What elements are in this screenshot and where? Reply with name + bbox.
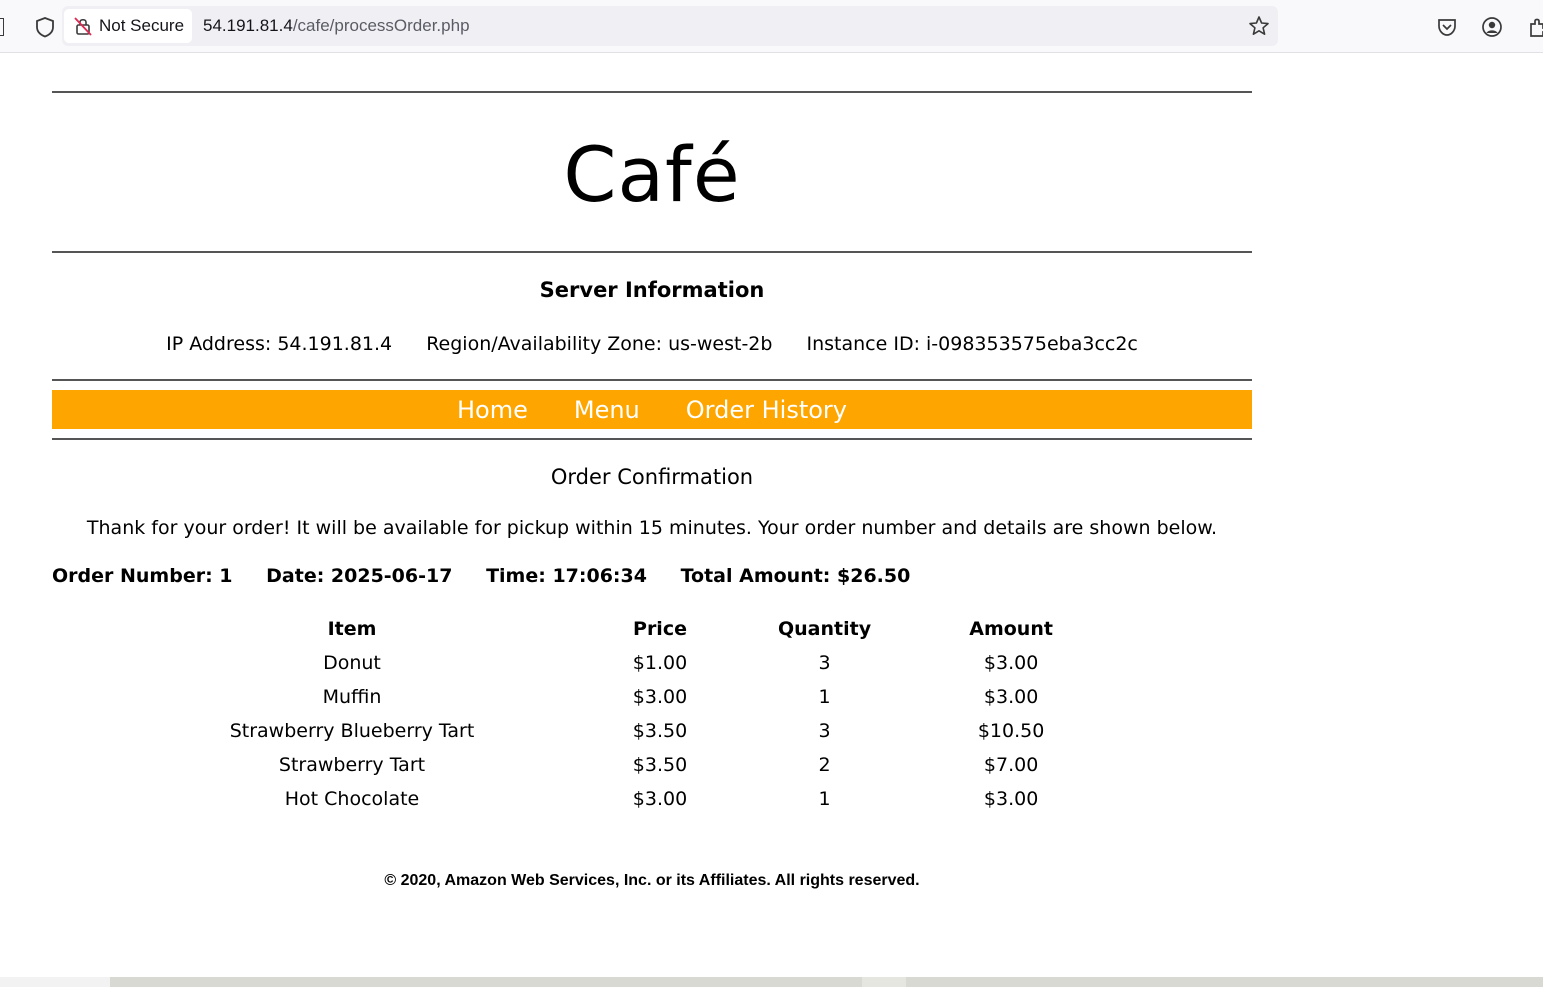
table-row: Muffin $3.00 1 $3.00 xyxy=(162,680,1151,714)
table-row: Strawberry Blueberry Tart $3.50 3 $10.50 xyxy=(162,714,1151,748)
tracking-protection-shield-icon[interactable] xyxy=(34,16,56,38)
column-header-quantity: Quantity xyxy=(778,618,872,640)
server-info-row: IP Address: 54.191.81.4 Region/Availabil… xyxy=(52,333,1252,355)
availability-zone: Region/Availability Zone: us-west-2b xyxy=(426,333,773,355)
main-nav: Home Menu Order History xyxy=(52,390,1252,429)
taskbar-segment xyxy=(0,977,110,987)
cell-item: Strawberry Tart xyxy=(278,754,426,776)
column-header-item: Item xyxy=(327,618,377,640)
divider-server xyxy=(52,379,1252,381)
cell-item: Hot Chocolate xyxy=(284,788,420,810)
copyright-footer: © 2020, Amazon Web Services, Inc. or its… xyxy=(384,872,920,889)
url-text[interactable]: 54.191.81.4/cafe/processOrder.php xyxy=(203,16,470,36)
thank-you-message: Thank for your order! It will be availab… xyxy=(86,517,1218,539)
cell-price: $3.50 xyxy=(632,720,688,742)
cell-price: $3.50 xyxy=(632,754,688,776)
order-total: Total Amount: $26.50 xyxy=(680,565,911,587)
nav-menu[interactable]: Menu xyxy=(574,396,640,424)
taskbar-segment xyxy=(862,977,906,987)
server-info-heading: Server Information xyxy=(539,278,765,302)
cell-amount: $10.50 xyxy=(977,720,1045,742)
divider-top xyxy=(52,91,1252,93)
cell-item: Muffin xyxy=(322,686,382,708)
cell-quantity: 3 xyxy=(818,652,831,674)
order-items-table: Item Price Quantity Amount Donut $1.00 3 $3… xyxy=(162,612,1151,816)
nav-home[interactable]: Home xyxy=(457,396,528,424)
security-label: Not Secure xyxy=(99,16,185,35)
cell-amount: $3.00 xyxy=(983,788,1039,810)
sidebar-edge-icon[interactable] xyxy=(0,18,4,36)
url-path: /cafe/processOrder.php xyxy=(292,16,470,35)
table-row: Hot Chocolate $3.00 1 $3.00 xyxy=(162,782,1151,816)
extensions-icon[interactable] xyxy=(1527,16,1543,38)
url-host: 54.191.81.4 xyxy=(203,16,293,35)
cell-price: $1.00 xyxy=(632,652,688,674)
divider-title xyxy=(52,251,1252,253)
cell-amount: $3.00 xyxy=(983,652,1039,674)
column-header-price: Price xyxy=(633,618,687,640)
table-row: Donut $1.00 3 $3.00 xyxy=(162,646,1151,680)
ip-address: IP Address: 54.191.81.4 xyxy=(166,333,393,355)
cell-item: Donut xyxy=(323,652,381,674)
order-confirmation-heading: Order Confirmation xyxy=(550,465,754,489)
cell-amount: $7.00 xyxy=(983,754,1039,776)
order-time: Time: 17:06:34 xyxy=(486,565,647,587)
cell-price: $3.00 xyxy=(632,686,688,708)
taskbar xyxy=(0,977,1543,987)
address-bar[interactable]: Not Secure 54.191.81.4/cafe/processOrder… xyxy=(62,6,1278,46)
cell-amount: $3.00 xyxy=(983,686,1039,708)
order-summary: Order Number: 1 Date: 2025-06-17 Time: 1… xyxy=(52,565,1252,587)
pocket-icon[interactable] xyxy=(1436,16,1458,38)
security-indicator[interactable]: Not Secure xyxy=(64,9,192,43)
browser-toolbar: Not Secure 54.191.81.4/cafe/processOrder… xyxy=(0,0,1543,53)
account-icon[interactable] xyxy=(1481,16,1503,38)
cell-quantity: 1 xyxy=(818,686,831,708)
order-number: Order Number: 1 xyxy=(52,565,233,587)
cell-quantity: 2 xyxy=(818,754,831,776)
cell-item: Strawberry Blueberry Tart xyxy=(229,720,475,742)
nav-order-history[interactable]: Order History xyxy=(686,396,847,424)
cell-price: $3.00 xyxy=(632,788,688,810)
order-date: Date: 2025-06-17 xyxy=(266,565,453,587)
table-row: Strawberry Tart $3.50 2 $7.00 xyxy=(162,748,1151,782)
site-title: Café xyxy=(563,130,741,219)
bookmark-star-icon[interactable] xyxy=(1248,15,1270,37)
column-header-amount: Amount xyxy=(969,618,1053,640)
insecure-lock-icon xyxy=(74,17,92,36)
divider-nav xyxy=(52,438,1252,440)
cell-quantity: 3 xyxy=(818,720,831,742)
cell-quantity: 1 xyxy=(818,788,831,810)
instance-id: Instance ID: i-098353575eba3cc2c xyxy=(806,333,1138,355)
table-header-row: Item Price Quantity Amount xyxy=(162,612,1151,646)
